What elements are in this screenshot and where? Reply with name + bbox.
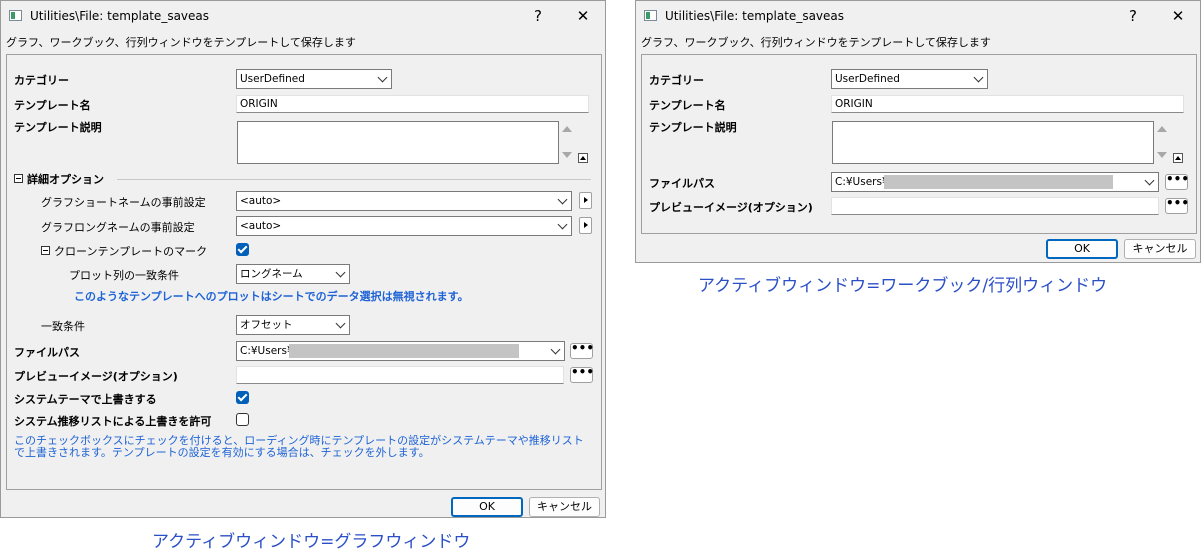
dialog-subtitle: グラフ、ワークブック、行列ウィンドウをテンプレートして保存します xyxy=(6,36,356,49)
template-name-label: テンプレート名 xyxy=(649,99,726,112)
file-path-browse-button[interactable]: ••• xyxy=(570,342,594,359)
override-theme-label: システムテーマで上書きする xyxy=(14,393,157,406)
chevron-down-icon xyxy=(550,344,561,355)
app-icon xyxy=(9,10,22,21)
override-help-note: このチェックボックスにチェックを付けると、ローディング時にテンプレートの設定がシ… xyxy=(14,434,584,459)
scroll-up-icon[interactable] xyxy=(562,126,572,132)
override-theme-checkbox[interactable] xyxy=(236,391,249,404)
file-path-label: ファイルパス xyxy=(649,177,715,190)
allow-recommend-checkbox[interactable] xyxy=(236,413,249,426)
template-name-input[interactable]: ORIGIN xyxy=(831,95,1184,113)
category-label: カテゴリー xyxy=(14,74,69,87)
long-name-dropdown[interactable]: <auto> xyxy=(236,216,572,236)
expand-icon[interactable] xyxy=(578,153,588,163)
options-panel: カテゴリー UserDefined テンプレート名 ORIGIN テンプレート説… xyxy=(6,54,602,490)
help-button[interactable]: ? xyxy=(523,5,553,27)
preview-browse-button[interactable]: ••• xyxy=(570,366,594,383)
match-dropdown[interactable]: オフセット xyxy=(236,315,350,335)
cancel-button[interactable]: キャンセル xyxy=(529,497,600,517)
chevron-down-icon xyxy=(557,219,568,230)
clone-mark-label: クローンテンプレートのマーク xyxy=(54,245,208,258)
cancel-button[interactable]: キャンセル xyxy=(1124,239,1196,259)
file-path-dropdown[interactable]: C:¥Users¥ xyxy=(236,341,565,361)
ok-button[interactable]: OK xyxy=(451,497,523,517)
dialog-title: Utilities\File: template_saveas xyxy=(30,9,210,23)
preview-browse-button[interactable]: ••• xyxy=(1165,197,1189,214)
dialog-graph-window: Utilities\File: template_saveas ? ✕ グラフ、… xyxy=(0,0,606,518)
preview-label: プレビューイメージ(オプション) xyxy=(14,370,178,383)
file-path-value: C:¥Users¥ xyxy=(835,176,889,188)
caption-workbook-window: アクティブウィンドウ=ワークブック/行列ウィンドウ xyxy=(698,276,1108,296)
close-button[interactable]: ✕ xyxy=(1163,5,1193,27)
template-desc-label: テンプレート説明 xyxy=(649,121,737,134)
short-name-dropdown[interactable]: <auto> xyxy=(236,191,572,211)
file-path-browse-button[interactable]: ••• xyxy=(1165,173,1189,190)
template-name-input[interactable]: ORIGIN xyxy=(236,95,589,113)
chevron-down-icon xyxy=(377,72,388,83)
dialog-workbook-window: Utilities\File: template_saveas ? ✕ グラフ、… xyxy=(635,0,1201,263)
plot-match-value: ロングネーム xyxy=(240,268,303,280)
category-value: UserDefined xyxy=(240,73,305,85)
app-icon xyxy=(644,10,657,21)
clone-mark-checkbox[interactable] xyxy=(236,243,249,256)
category-value: UserDefined xyxy=(835,73,900,85)
long-name-label: グラフロングネームの事前設定 xyxy=(41,221,195,234)
plot-match-dropdown[interactable]: ロングネーム xyxy=(236,264,350,284)
preview-input[interactable] xyxy=(236,366,564,384)
dialog-title: Utilities\File: template_saveas xyxy=(665,9,845,23)
long-name-arrow-button[interactable] xyxy=(579,217,592,234)
help-button[interactable]: ? xyxy=(1118,5,1148,27)
chevron-down-icon xyxy=(335,267,346,278)
match-label: 一致条件 xyxy=(41,320,85,333)
chevron-down-icon xyxy=(973,72,984,83)
category-dropdown[interactable]: UserDefined xyxy=(236,69,392,89)
plot-match-label: プロット列の一致条件 xyxy=(69,269,179,282)
category-label: カテゴリー xyxy=(649,74,704,87)
scroll-down-icon[interactable] xyxy=(1157,152,1167,158)
advanced-options-label[interactable]: 詳細オプション xyxy=(27,171,104,187)
long-name-value: <auto> xyxy=(240,220,282,232)
allow-recommend-label: システム推移リストによる上書きを許可 xyxy=(14,415,212,428)
template-desc-textarea[interactable] xyxy=(237,121,559,164)
chevron-down-icon xyxy=(1144,175,1155,186)
match-value: オフセット xyxy=(240,319,293,331)
preview-input[interactable] xyxy=(831,197,1159,215)
file-path-value: C:¥Users¥ xyxy=(240,345,294,357)
chevron-down-icon xyxy=(335,318,346,329)
template-desc-textarea[interactable] xyxy=(832,121,1154,164)
redacted-path xyxy=(884,175,1113,189)
collapse-clone-icon[interactable] xyxy=(41,246,50,255)
redacted-path xyxy=(289,344,519,358)
template-name-label: テンプレート名 xyxy=(14,99,91,112)
short-name-value: <auto> xyxy=(240,195,282,207)
collapse-advanced-icon[interactable] xyxy=(14,174,23,183)
options-panel: カテゴリー UserDefined テンプレート名 ORIGIN テンプレート説… xyxy=(641,54,1197,234)
expand-icon[interactable] xyxy=(1173,153,1183,163)
title-bar[interactable]: Utilities\File: template_saveas ? ✕ xyxy=(636,1,1200,31)
file-path-dropdown[interactable]: C:¥Users¥ xyxy=(831,172,1159,192)
ok-button[interactable]: OK xyxy=(1046,239,1118,259)
short-name-arrow-button[interactable] xyxy=(579,192,592,209)
caption-graph-window: アクティブウィンドウ=グラフウィンドウ xyxy=(152,532,471,552)
template-desc-label: テンプレート説明 xyxy=(14,121,102,134)
title-bar[interactable]: Utilities\File: template_saveas ? ✕ xyxy=(1,1,605,31)
clone-note: このようなテンプレートへのプロットはシートでのデータ選択は無視されます。 xyxy=(74,290,469,303)
short-name-label: グラフショートネームの事前設定 xyxy=(41,196,206,209)
advanced-separator xyxy=(117,179,591,180)
scroll-up-icon[interactable] xyxy=(1157,126,1167,132)
close-button[interactable]: ✕ xyxy=(568,5,598,27)
preview-label: プレビューイメージ(オプション) xyxy=(649,201,813,214)
category-dropdown[interactable]: UserDefined xyxy=(831,69,988,89)
file-path-label: ファイルパス xyxy=(14,346,80,359)
scroll-down-icon[interactable] xyxy=(562,152,572,158)
dialog-subtitle: グラフ、ワークブック、行列ウィンドウをテンプレートして保存します xyxy=(641,36,991,49)
chevron-down-icon xyxy=(557,194,568,205)
